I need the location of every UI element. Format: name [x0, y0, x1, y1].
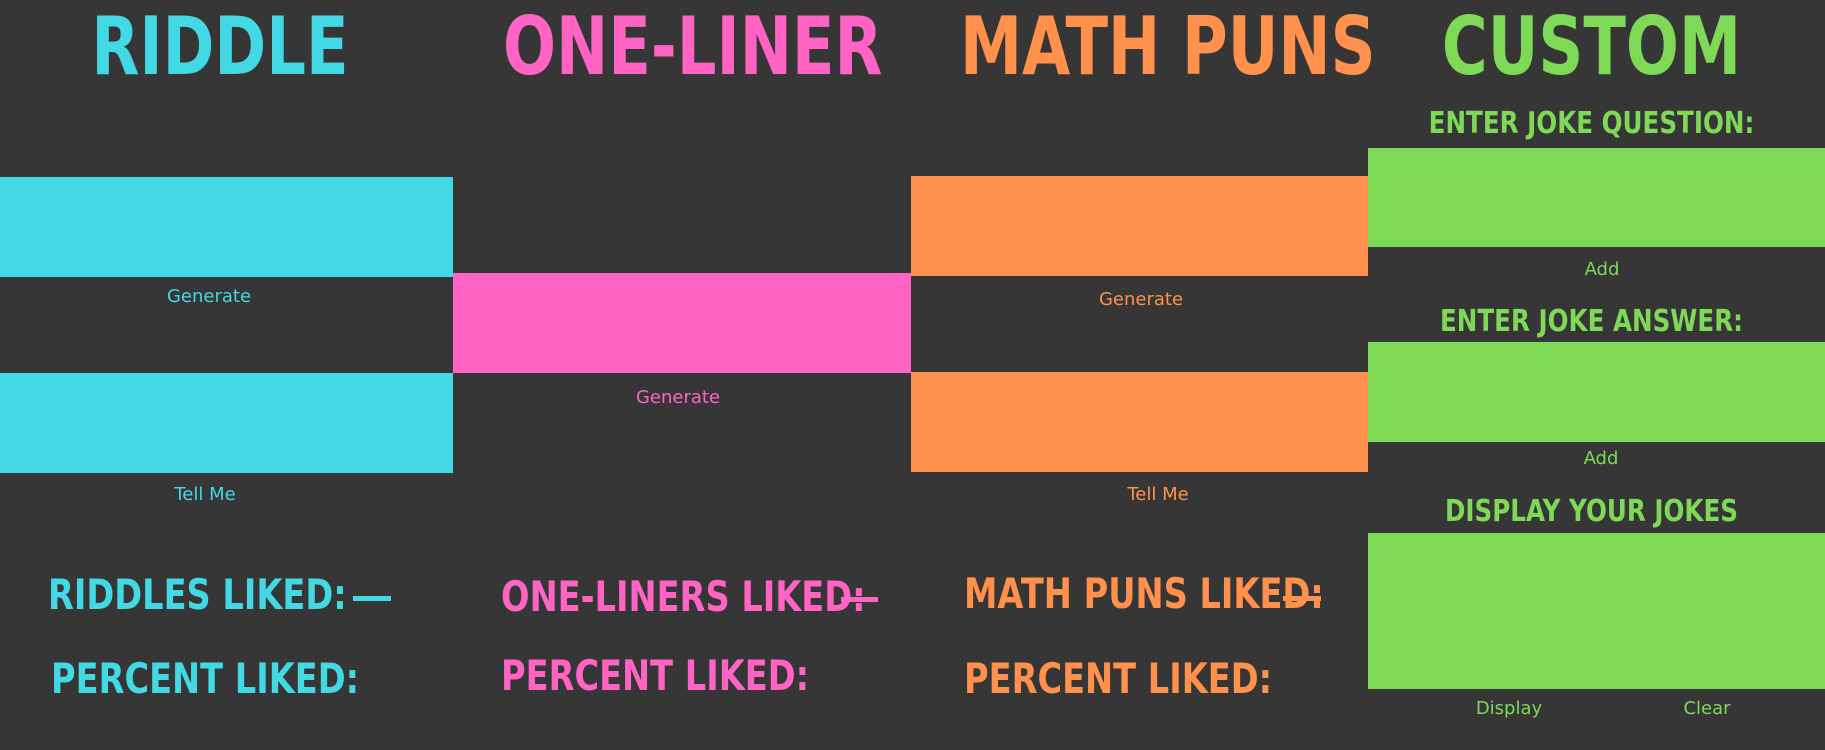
riddle-generate-button[interactable]: Generate: [159, 285, 259, 309]
oneliners-liked-value-dash: [841, 597, 878, 602]
add-question-button[interactable]: Add: [1552, 258, 1652, 282]
joke-question-input[interactable]: [1368, 148, 1825, 247]
riddles-liked-label: RIDDLES LIKED:: [48, 570, 347, 619]
oneliner-generate-button[interactable]: Generate: [628, 386, 728, 410]
oneliner-title: ONE-LINER: [502, 0, 883, 93]
custom-title: CUSTOM: [1441, 0, 1742, 93]
clear-jokes-button[interactable]: Clear: [1657, 697, 1757, 721]
oneliners-liked-label: ONE-LINERS LIKED:: [501, 572, 866, 621]
display-jokes-button[interactable]: Display: [1459, 697, 1559, 721]
mathpuns-answer-box: [911, 372, 1368, 472]
joke-question-heading: ENTER JOKE QUESTION:: [1428, 106, 1755, 141]
oneliner-joke-box: [453, 273, 911, 373]
riddle-answer-box: [0, 373, 453, 473]
mathpuns-title: MATH PUNS: [959, 0, 1376, 93]
joke-answer-heading: ENTER JOKE ANSWER:: [1439, 304, 1744, 339]
riddles-liked-value-dash: [353, 596, 391, 601]
mathpuns-question-box: [911, 176, 1368, 276]
mathpuns-generate-button[interactable]: Generate: [1091, 288, 1191, 312]
jokes-display-box: [1368, 533, 1825, 689]
add-answer-button[interactable]: Add: [1551, 447, 1651, 471]
riddle-percent-liked-label: PERCENT LIKED:: [51, 654, 360, 703]
mathpuns-liked-label: MATH PUNS LIKED:: [964, 569, 1324, 618]
riddle-question-box: [0, 177, 453, 277]
mathpuns-liked-value-dash: [1283, 596, 1321, 601]
mathpuns-percent-liked-label: PERCENT LIKED:: [964, 654, 1273, 703]
riddle-title: RIDDLE: [91, 0, 349, 93]
oneliner-percent-liked-label: PERCENT LIKED:: [501, 651, 810, 700]
mathpuns-tell-me-button[interactable]: Tell Me: [1108, 483, 1208, 507]
display-jokes-heading: DISPLAY YOUR JOKES: [1444, 494, 1739, 529]
riddle-tell-me-button[interactable]: Tell Me: [155, 483, 255, 507]
joke-answer-input[interactable]: [1368, 342, 1825, 442]
